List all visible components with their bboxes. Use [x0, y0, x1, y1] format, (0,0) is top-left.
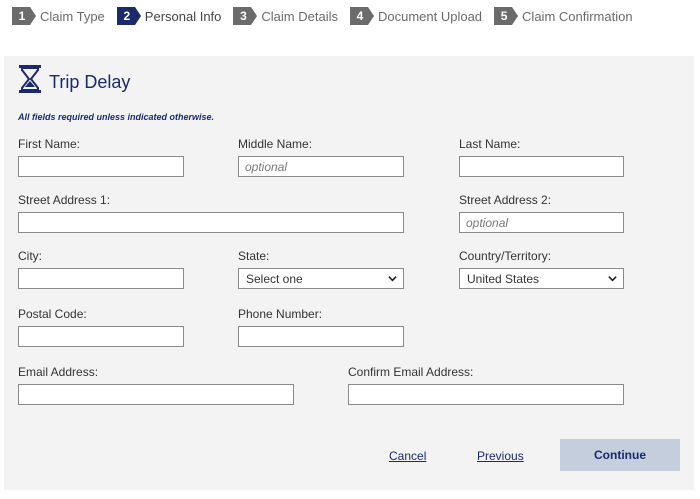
state-select-wrap: Select one: [238, 268, 404, 289]
phone-label: Phone Number:: [238, 307, 323, 321]
street2-label: Street Address 2:: [459, 193, 552, 207]
middle-name-label: Middle Name:: [238, 137, 313, 151]
street2-group: Street Address 2:: [459, 193, 624, 233]
confirm-email-label: Confirm Email Address:: [348, 365, 474, 379]
step-number: 3: [233, 7, 258, 25]
continue-button[interactable]: Continue: [560, 439, 680, 471]
step-personal-info[interactable]: 2 Personal Info: [116, 7, 222, 25]
email-input[interactable]: [18, 384, 294, 405]
middle-name-input[interactable]: [238, 156, 404, 177]
last-name-group: Last Name:: [459, 137, 624, 177]
country-select[interactable]: United States: [459, 268, 624, 289]
step-label: Personal Info: [144, 8, 222, 24]
state-select[interactable]: Select one: [238, 268, 404, 289]
street1-group: Street Address 1:: [18, 193, 404, 233]
city-label: City:: [18, 249, 42, 263]
state-group: State: Select one: [238, 249, 404, 289]
step-number: 5: [494, 7, 519, 25]
step-number: 1: [12, 7, 36, 25]
street1-input[interactable]: [18, 212, 404, 233]
step-progress: 1 Claim Type 2 Personal Info 3 Claim Det…: [12, 7, 645, 25]
country-select-wrap: United States: [459, 268, 624, 289]
phone-input[interactable]: [238, 326, 404, 347]
personal-info-form: Trip Delay All fields required unless in…: [4, 56, 694, 490]
first-name-label: First Name:: [18, 137, 81, 151]
state-label: State:: [238, 249, 270, 263]
step-claim-details[interactable]: 3 Claim Details: [233, 7, 338, 25]
phone-group: Phone Number:: [238, 307, 404, 347]
city-group: City:: [18, 249, 184, 289]
hourglass-icon: [19, 64, 41, 93]
last-name-input[interactable]: [459, 156, 624, 177]
email-label: Email Address:: [18, 365, 99, 379]
form-title: Trip Delay: [49, 72, 131, 92]
first-name-input[interactable]: [18, 156, 184, 177]
street2-input[interactable]: [459, 212, 624, 233]
step-document-upload[interactable]: 4 Document Upload: [349, 7, 483, 25]
street1-label: Street Address 1:: [18, 193, 111, 207]
city-input[interactable]: [18, 268, 184, 289]
cancel-link[interactable]: Cancel: [389, 449, 426, 463]
last-name-label: Last Name:: [459, 137, 521, 151]
step-number: 4: [349, 7, 374, 25]
step-label: Claim Details: [261, 8, 338, 24]
country-label: Country/Territory:: [459, 249, 552, 263]
step-label: Claim Confirmation: [522, 8, 633, 24]
postal-code-input[interactable]: [18, 326, 184, 347]
confirm-email-input[interactable]: [348, 384, 624, 405]
email-group: Email Address:: [18, 365, 294, 405]
postal-code-label: Postal Code:: [18, 307, 87, 321]
step-claim-type[interactable]: 1 Claim Type: [12, 7, 105, 25]
form-header: Trip Delay: [19, 64, 130, 93]
step-label: Claim Type: [40, 8, 105, 24]
step-claim-confirmation[interactable]: 5 Claim Confirmation: [494, 7, 633, 25]
first-name-group: First Name:: [18, 137, 184, 177]
required-note: All fields required unless indicated oth…: [18, 112, 215, 122]
confirm-email-group: Confirm Email Address:: [348, 365, 624, 405]
step-label: Document Upload: [377, 8, 483, 24]
country-group: Country/Territory: United States: [459, 249, 624, 289]
step-number: 2: [116, 7, 141, 25]
middle-name-group: Middle Name:: [238, 137, 404, 177]
previous-link[interactable]: Previous: [477, 449, 524, 463]
postal-code-group: Postal Code:: [18, 307, 184, 347]
